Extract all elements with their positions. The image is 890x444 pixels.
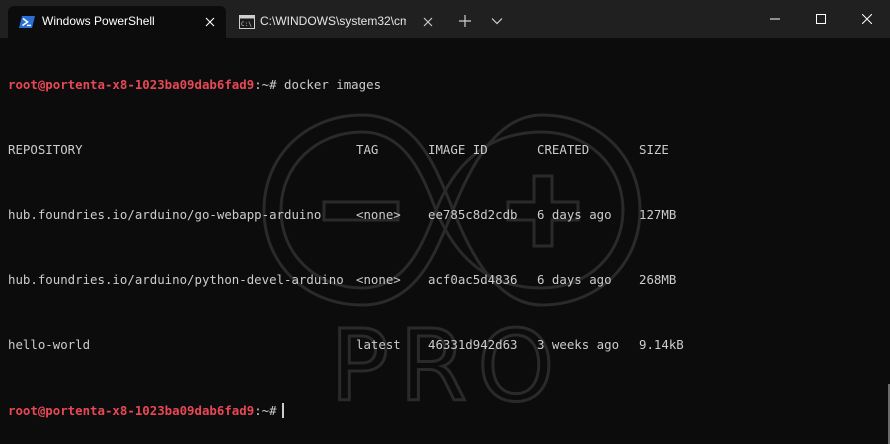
- prompt-suffix: :~#: [254, 403, 276, 418]
- size-cell: 9.14kB: [639, 337, 684, 353]
- tag-cell: <none>: [356, 272, 401, 288]
- tab-label: Windows PowerShell: [42, 14, 192, 28]
- image-id-cell: acf0ac5d4836: [428, 272, 518, 288]
- tag-cell: latest: [356, 337, 401, 353]
- prompt-line: root@portenta-x8-1023ba09dab6fad9:~#: [8, 403, 381, 419]
- plus-icon[interactable]: [456, 12, 474, 30]
- created-cell: 6 days ago: [537, 207, 612, 223]
- repository-cell: hub.foundries.io/arduino/go-webapp-ardui…: [8, 207, 321, 223]
- header-image-id: IMAGE ID: [428, 142, 488, 158]
- prompt-user: root@portenta-x8-1023ba09dab6fad9: [8, 403, 254, 418]
- table-row: hub.foundries.io/arduino/python-devel-ar…: [8, 272, 381, 288]
- header-created: CREATED: [537, 142, 589, 158]
- text-cursor: [282, 403, 284, 418]
- close-icon[interactable]: [420, 14, 436, 30]
- cmd-icon: C:\: [239, 15, 255, 29]
- terminal-output: root@portenta-x8-1023ba09dab6fad9:~# doc…: [8, 44, 381, 444]
- close-icon[interactable]: [202, 14, 218, 30]
- created-cell: 6 days ago: [537, 272, 612, 288]
- chevron-down-icon[interactable]: [488, 12, 506, 30]
- prompt-suffix: :~#: [254, 77, 276, 92]
- minimize-icon[interactable]: [752, 0, 798, 38]
- header-repository: REPOSITORY: [8, 142, 83, 158]
- prompt-line: root@portenta-x8-1023ba09dab6fad9:~# doc…: [8, 77, 381, 93]
- svg-text:C:\: C:\: [241, 21, 252, 28]
- title-bar: Windows PowerShell C:\ C:\WINDOWS\system…: [0, 0, 890, 38]
- tab-windows-powershell[interactable]: Windows PowerShell: [8, 6, 226, 38]
- table-row: hello-world latest 46331d942d63 3 weeks …: [8, 337, 381, 353]
- size-cell: 127MB: [639, 207, 676, 223]
- maximize-icon[interactable]: [798, 0, 844, 38]
- created-cell: 3 weeks ago: [537, 337, 619, 353]
- tab-cmd[interactable]: C:\ C:\WINDOWS\system32\cmd.exe: [228, 6, 444, 38]
- header-tag: TAG: [356, 142, 378, 158]
- tab-label: C:\WINDOWS\system32\cmd.exe: [260, 14, 406, 28]
- powershell-icon: [19, 15, 35, 29]
- repository-cell: hub.foundries.io/arduino/python-devel-ar…: [8, 272, 344, 288]
- terminal-pane[interactable]: PRO root@portenta-x8-1023ba09dab6fad9:~#…: [0, 38, 890, 444]
- header-size: SIZE: [639, 142, 669, 158]
- image-id-cell: 46331d942d63: [428, 337, 518, 353]
- repository-cell: hello-world: [8, 337, 90, 353]
- size-cell: 268MB: [639, 272, 676, 288]
- table-row: hub.foundries.io/arduino/go-webapp-ardui…: [8, 207, 381, 223]
- prompt-user: root@portenta-x8-1023ba09dab6fad9: [8, 77, 254, 92]
- close-icon[interactable]: [844, 0, 890, 38]
- image-id-cell: ee785c8d2cdb: [428, 207, 518, 223]
- command-text: docker images: [284, 77, 381, 92]
- table-header: REPOSITORY TAG IMAGE ID CREATED SIZE: [8, 142, 381, 158]
- tag-cell: <none>: [356, 207, 401, 223]
